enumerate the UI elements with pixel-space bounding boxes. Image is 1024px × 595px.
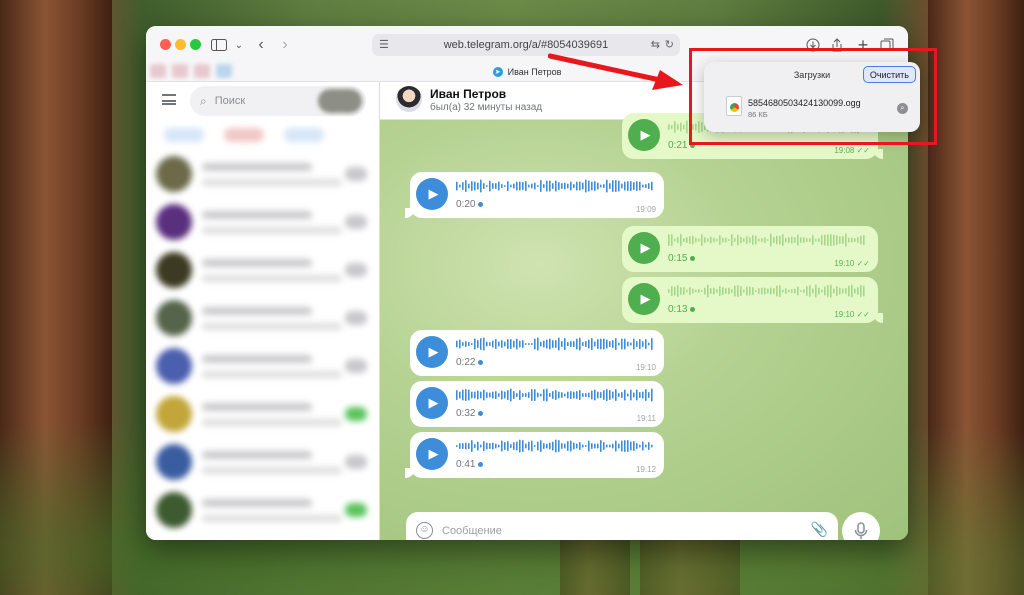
list-item[interactable] [146, 150, 379, 198]
chevron-down-icon[interactable]: ⌄ [228, 34, 250, 56]
waveform[interactable] [456, 179, 656, 193]
message-time: 19:10 ✓✓ [834, 259, 870, 268]
voice-duration: 0:41 [456, 459, 484, 470]
attach-icon[interactable]: 📎 [811, 521, 828, 538]
voice-duration: 0:20 [456, 199, 484, 210]
play-button[interactable]: ▶ [416, 336, 448, 368]
message-time: 19:09 [635, 205, 656, 214]
emoji-icon[interactable]: ☺ [416, 522, 433, 539]
voice-message-incoming[interactable]: ▶ 0:20 19:09 [405, 172, 664, 218]
url-text: web.telegram.org/a/#8054039691 [443, 39, 609, 51]
close-window-button[interactable] [160, 39, 171, 50]
list-item[interactable] [146, 438, 379, 486]
forward-icon[interactable]: › [274, 34, 296, 56]
search-placeholder: Поиск [214, 95, 246, 107]
minimize-window-button[interactable] [175, 39, 186, 50]
message-time: 19:12 [635, 465, 656, 474]
waveform[interactable] [456, 388, 656, 402]
chat-pane: Иван Петров был(а) 32 минуты назад ▶ 0:2… [380, 82, 908, 540]
voice-message-outgoing[interactable]: ▶ 0:13 19:10 ✓✓ [622, 277, 883, 323]
menu-icon[interactable] [162, 94, 176, 105]
voice-message-outgoing[interactable]: ▶ 0:15 19:10 ✓✓ [622, 226, 878, 272]
page-menu-icon[interactable]: ☰ [379, 38, 389, 51]
message-time: 19:11 [636, 414, 656, 423]
message-time: 19:10 ✓✓ [834, 310, 870, 319]
telegram-icon: ➤ [492, 67, 503, 77]
message-time: 19:08 ✓✓ [834, 146, 870, 155]
folder-tabs[interactable] [146, 122, 379, 150]
waveform[interactable] [668, 284, 868, 298]
message-placeholder: Сообщение [442, 525, 502, 537]
list-item[interactable] [146, 294, 379, 342]
waveform[interactable] [668, 233, 868, 247]
search-input[interactable]: ⌕ Поиск [190, 86, 366, 116]
play-button[interactable]: ▶ [628, 232, 660, 264]
avatar[interactable] [318, 89, 362, 113]
list-item[interactable] [146, 246, 379, 294]
chat-sidebar: ⌕ Поиск [146, 82, 380, 540]
message-input[interactable]: ☺ Сообщение 📎 [406, 512, 838, 540]
voice-message-incoming[interactable]: ▶ 0:32 19:11 [410, 381, 664, 427]
microphone-icon [854, 522, 868, 539]
annotation-arrow [548, 53, 683, 90]
zoom-window-button[interactable] [190, 39, 201, 50]
waveform[interactable] [456, 439, 656, 453]
voice-message-incoming[interactable]: ▶ 0:22 19:10 [410, 330, 664, 376]
list-item[interactable] [146, 198, 379, 246]
contact-status: был(а) 32 минуты назад [430, 102, 543, 113]
sidebar-header: ⌕ Поиск [146, 82, 379, 120]
voice-duration: 0:15 [668, 253, 696, 264]
back-icon[interactable]: ‹ [250, 34, 272, 56]
contact-name: Иван Петров [430, 87, 507, 101]
play-button[interactable]: ▶ [416, 387, 448, 419]
search-icon: ⌕ [200, 93, 207, 108]
play-button[interactable]: ▶ [416, 178, 448, 210]
list-item[interactable] [146, 390, 379, 438]
highlight-box [689, 48, 937, 145]
message-time: 19:10 [635, 363, 656, 372]
play-button[interactable]: ▶ [628, 119, 660, 151]
list-item[interactable] [146, 486, 379, 534]
reload-icon[interactable]: ↻ [665, 38, 674, 51]
voice-duration: 0:13 [668, 304, 696, 315]
list-item[interactable] [146, 342, 379, 390]
waveform[interactable] [456, 337, 656, 351]
avatar[interactable] [396, 86, 422, 112]
chat-list [146, 122, 379, 540]
voice-duration: 0:22 [456, 357, 484, 368]
play-button[interactable]: ▶ [416, 438, 448, 470]
voice-message-incoming[interactable]: ▶ 0:41 19:12 [405, 432, 664, 478]
sidebar-icon[interactable] [208, 34, 230, 56]
voice-record-button[interactable] [842, 512, 880, 540]
translate-icon[interactable]: ⇆ [651, 38, 660, 51]
play-button[interactable]: ▶ [628, 283, 660, 315]
voice-duration: 0:32 [456, 408, 484, 419]
